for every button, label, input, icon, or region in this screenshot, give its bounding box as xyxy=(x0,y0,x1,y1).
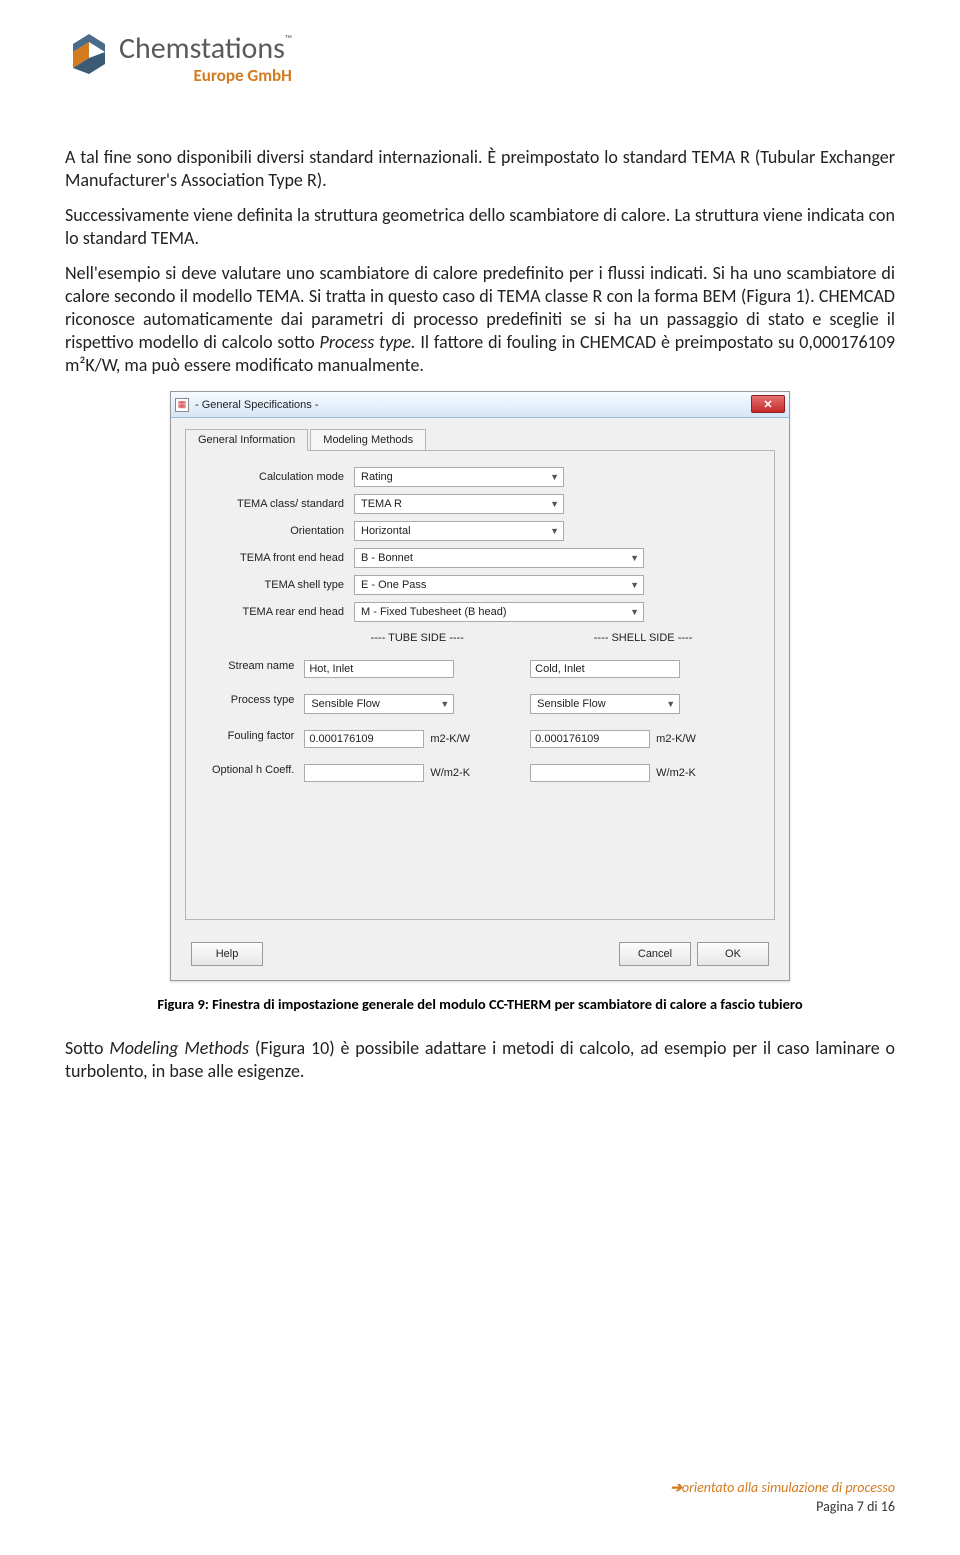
label-tema-class: TEMA class/ standard xyxy=(204,498,354,510)
help-button[interactable]: Help xyxy=(191,942,263,966)
input-shell-fouling[interactable]: 0.000176109 xyxy=(530,730,650,748)
combo-rear-head[interactable]: M - Fixed Tubesheet (B head)▼ xyxy=(354,602,644,622)
unit-hcoeff: W/m2-K xyxy=(656,767,696,779)
figure-caption: Figura 9: Finestra di impostazione gener… xyxy=(65,995,895,1013)
chevron-down-icon: ▼ xyxy=(666,699,675,709)
input-tube-stream[interactable]: Hot, Inlet xyxy=(304,660,454,678)
chevron-down-icon: ▼ xyxy=(440,699,449,709)
ok-button[interactable]: OK xyxy=(697,942,769,966)
tube-side-header: ---- TUBE SIDE ---- xyxy=(304,632,530,644)
label-shell-type: TEMA shell type xyxy=(204,579,354,591)
input-tube-fouling[interactable]: 0.000176109 xyxy=(304,730,424,748)
paragraph-4: Sotto Modeling Methods (Figura 10) è pos… xyxy=(65,1037,895,1083)
combo-shell-process-type[interactable]: Sensible Flow▼ xyxy=(530,694,680,714)
paragraph-2: Successivamente viene definita la strutt… xyxy=(65,204,895,250)
combo-front-head[interactable]: B - Bonnet▼ xyxy=(354,548,644,568)
combo-tube-process-type[interactable]: Sensible Flow▼ xyxy=(304,694,454,714)
combo-shell-type[interactable]: E - One Pass▼ xyxy=(354,575,644,595)
combo-calculation-mode[interactable]: Rating▼ xyxy=(354,467,564,487)
chevron-down-icon: ▼ xyxy=(550,499,559,509)
chevron-down-icon: ▼ xyxy=(630,553,639,563)
page-number: Pagina 7 di 16 xyxy=(670,1498,895,1515)
label-front-head: TEMA front end head xyxy=(204,552,354,564)
chevron-down-icon: ▼ xyxy=(630,607,639,617)
label-process-type: Process type xyxy=(204,694,304,720)
chevron-down-icon: ▼ xyxy=(550,526,559,536)
label-calculation-mode: Calculation mode xyxy=(204,471,354,483)
header-logo: Chemstations™ Europe GmbH xyxy=(65,30,895,86)
dialog-body: Calculation mode Rating▼ TEMA class/ sta… xyxy=(185,450,775,920)
input-shell-stream[interactable]: Cold, Inlet xyxy=(530,660,680,678)
company-name: Chemstations™ xyxy=(119,30,292,67)
tab-modeling-methods[interactable]: Modeling Methods xyxy=(310,429,426,450)
page-footer: ➔orientato alla simulazione di processo … xyxy=(670,1479,895,1515)
paragraph-1: A tal fine sono disponibili diversi stan… xyxy=(65,146,895,192)
cancel-button[interactable]: Cancel xyxy=(619,942,691,966)
chevron-down-icon: ▼ xyxy=(630,580,639,590)
label-rear-head: TEMA rear end head xyxy=(204,606,354,618)
label-fouling-factor: Fouling factor xyxy=(204,730,304,754)
dialog-titlebar: ▦ - General Specifications - ✕ xyxy=(171,392,789,418)
unit-fouling: m2-K/W xyxy=(430,733,470,745)
dialog-icon: ▦ xyxy=(175,398,189,412)
general-specifications-dialog: ▦ - General Specifications - ✕ General I… xyxy=(170,391,790,981)
combo-orientation[interactable]: Horizontal▼ xyxy=(354,521,564,541)
arrow-icon: ➔ xyxy=(670,1479,682,1496)
tab-general-information[interactable]: General Information xyxy=(185,429,308,451)
shell-side-header: ---- SHELL SIDE ---- xyxy=(530,632,756,644)
unit-fouling: m2-K/W xyxy=(656,733,696,745)
input-tube-hcoeff[interactable] xyxy=(304,764,424,782)
input-shell-hcoeff[interactable] xyxy=(530,764,650,782)
sub-brand: Europe GmbH xyxy=(119,65,292,86)
chevron-down-icon: ▼ xyxy=(550,472,559,482)
footer-slogan: orientato alla simulazione di processo xyxy=(682,1479,895,1496)
label-stream-name: Stream name xyxy=(204,660,304,684)
unit-hcoeff: W/m2-K xyxy=(430,767,470,779)
combo-tema-class[interactable]: TEMA R▼ xyxy=(354,494,564,514)
paragraph-3: Nell'esempio si deve valutare uno scambi… xyxy=(65,262,895,377)
label-orientation: Orientation xyxy=(204,525,354,537)
logo-icon xyxy=(65,30,113,78)
dialog-title: - General Specifications - xyxy=(195,399,319,411)
close-button[interactable]: ✕ xyxy=(751,395,785,413)
label-h-coeff: Optional h Coeff. xyxy=(204,764,304,788)
